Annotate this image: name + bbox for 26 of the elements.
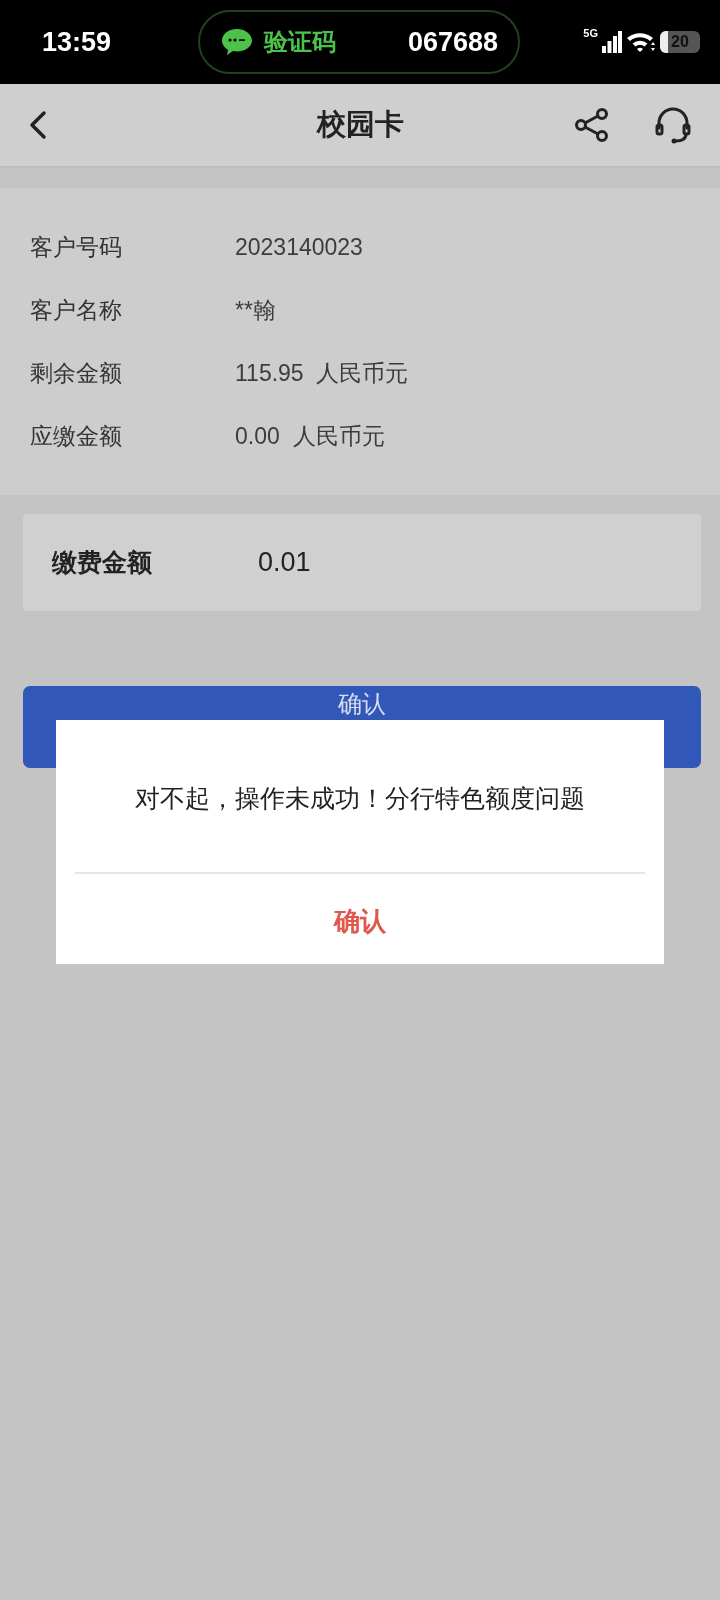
headset-icon[interactable] (654, 106, 692, 144)
share-icon[interactable] (574, 107, 610, 143)
notification-title: 验证码 (264, 27, 337, 58)
chat-bubble-icon (220, 27, 254, 57)
field-value: 0.00 人民币元 (235, 422, 385, 451)
field-label: 客户名称 (30, 296, 123, 325)
amount-value: 0.01 (258, 547, 311, 578)
field-label: 应缴金额 (30, 422, 123, 451)
clock: 13:59 (42, 26, 113, 58)
amount-field[interactable]: 缴费金额 0.01 (23, 514, 701, 611)
dialog-confirm-button[interactable]: 确认 (324, 900, 396, 943)
verification-code: 067688 (407, 26, 498, 58)
notification-pill[interactable]: 验证码 067688 (198, 10, 520, 74)
field-value: 115.95 人民币元 (235, 359, 409, 388)
field-value: **翰 (235, 296, 276, 325)
page-title: 校园卡 (316, 106, 404, 143)
back-icon[interactable] (28, 110, 48, 140)
signal-icon (602, 31, 622, 53)
field-label: 客户号码 (30, 233, 123, 262)
battery-icon: 20 (660, 31, 700, 53)
network-type: 5G (583, 27, 598, 39)
field-label: 剩余金额 (30, 359, 123, 388)
dialog-message: 对不起，操作未成功！分行特色额度问题 (135, 783, 585, 815)
amount-label: 缴费金额 (52, 547, 153, 579)
field-value: 2023140023 (235, 234, 363, 261)
wifi-icon (626, 31, 656, 53)
